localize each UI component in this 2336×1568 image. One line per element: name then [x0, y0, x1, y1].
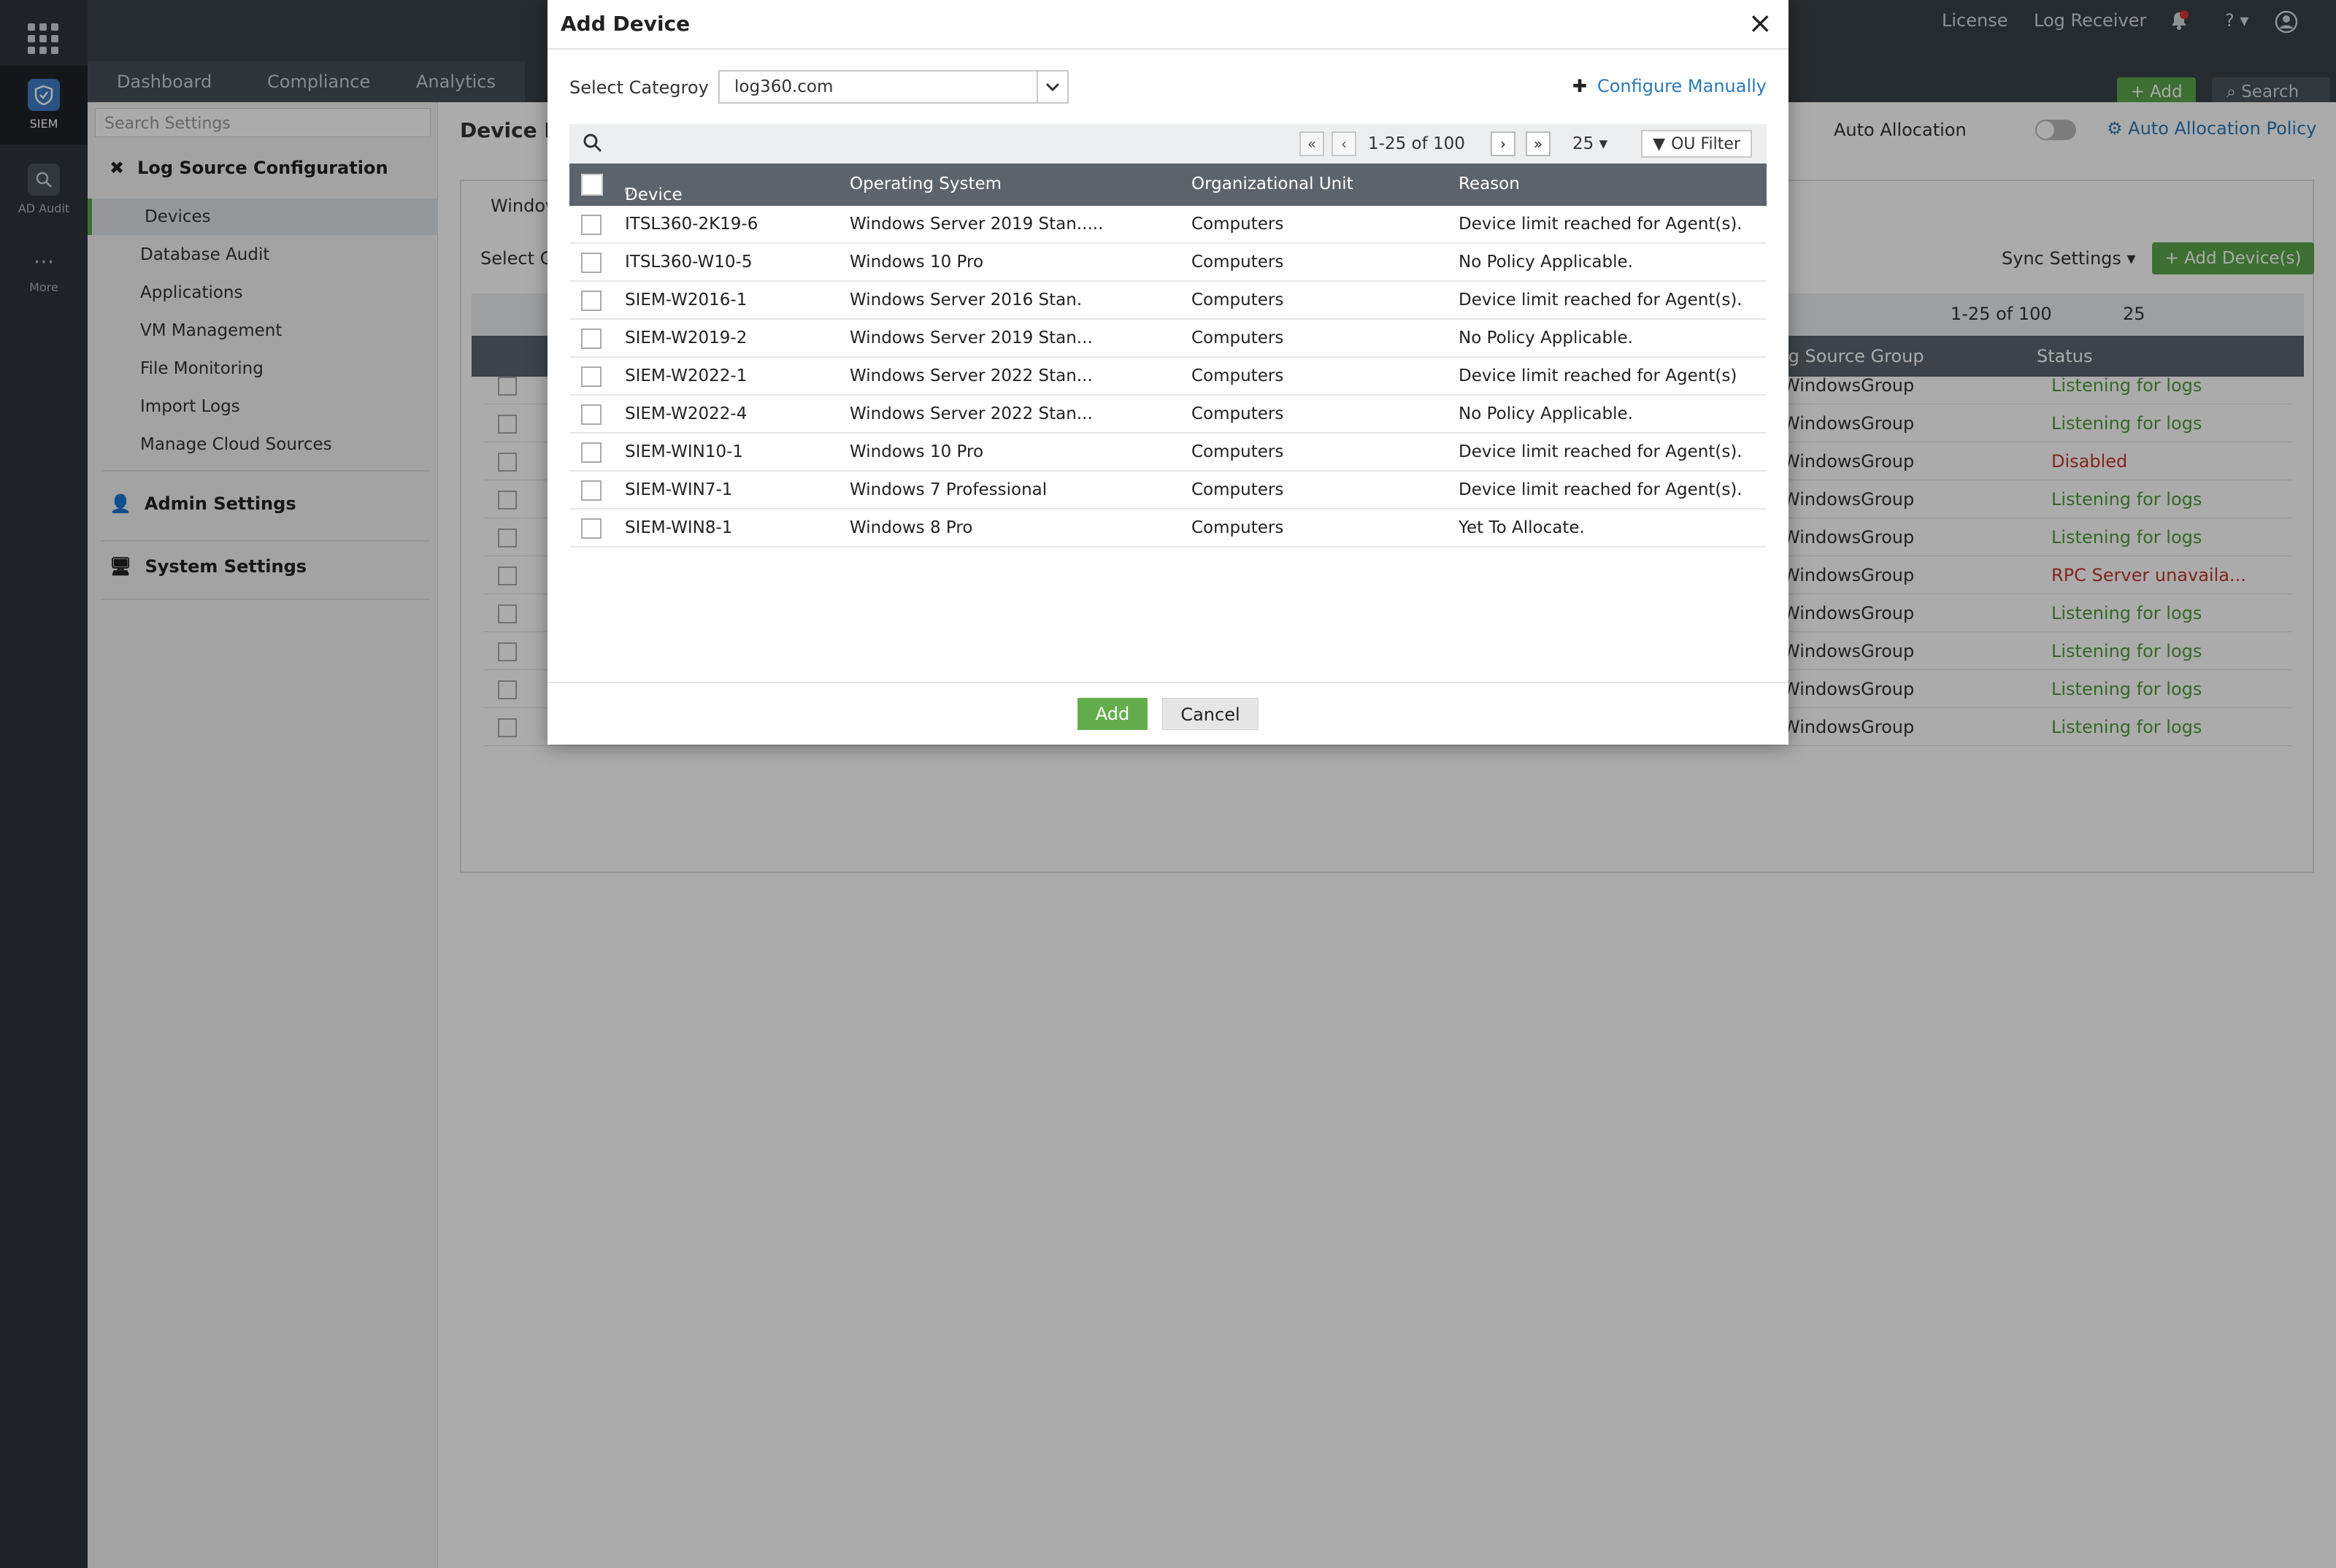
row-checkbox[interactable] [581, 328, 602, 349]
table-row[interactable]: SIEM-W2022-1 Windows Server 2022 Stan... C… [569, 358, 1767, 396]
filter-icon[interactable]: ⛉ [625, 185, 634, 200]
table-row[interactable]: ITSL360-2K19-6 Windows Server 2019 Stan..… [569, 206, 1767, 244]
row-ou: Computers [1191, 328, 1284, 347]
row-reason: No Policy Applicable. [1459, 253, 1633, 272]
row-os: Windows Server 2022 Stan... [850, 404, 1093, 423]
row-checkbox[interactable] [581, 480, 602, 501]
row-device: SIEM-W2022-1 [625, 366, 748, 385]
row-checkbox[interactable] [581, 518, 602, 539]
row-reason: Device limit reached for Agent(s). [1459, 442, 1743, 461]
dialog-table-header: Device ⛉ Operating System Organizational… [569, 164, 1767, 206]
col-reason[interactable]: Reason [1459, 174, 1520, 193]
add-device-dialog: Add Device × Select Categroy log360.com … [548, 0, 1788, 745]
row-ou: Computers [1191, 404, 1284, 423]
row-reason: No Policy Applicable. [1459, 328, 1633, 347]
ou-filter-label: OU Filter [1671, 134, 1740, 153]
ou-filter-button[interactable]: ▼ OU Filter [1641, 130, 1752, 158]
row-os: Windows Server 2019 Stan..... [850, 215, 1104, 234]
filter-icon: ▼ [1653, 134, 1666, 153]
category-value: log360.com [734, 77, 834, 96]
chevron-down-icon[interactable] [1037, 72, 1067, 102]
configure-manually-label: Configure Manually [1597, 76, 1767, 96]
close-icon[interactable]: × [1748, 7, 1772, 39]
next-page-button[interactable]: › [1491, 131, 1515, 156]
row-reason: Device limit reached for Agent(s) [1459, 366, 1737, 385]
table-row[interactable]: SIEM-W2016-1 Windows Server 2016 Stan. Com… [569, 282, 1767, 320]
row-ou: Computers [1191, 518, 1284, 537]
row-reason: Yet To Allocate. [1459, 518, 1585, 537]
row-checkbox[interactable] [581, 442, 602, 463]
row-os: Windows 10 Pro [850, 253, 984, 272]
select-all-checkbox[interactable] [581, 174, 603, 196]
search-icon[interactable] [581, 131, 604, 159]
last-page-button[interactable]: » [1526, 131, 1551, 156]
row-device: SIEM-W2022-4 [625, 404, 748, 423]
table-row[interactable]: SIEM-WIN7-1 Windows 7 Professional Compute… [569, 472, 1767, 510]
table-row[interactable]: ITSL360-W10-5 Windows 10 Pro Computers No P… [569, 244, 1767, 282]
row-device: SIEM-WIN10-1 [625, 442, 744, 461]
page-size-select[interactable]: 25 ▾ [1572, 134, 1607, 153]
row-ou: Computers [1191, 291, 1284, 310]
dialog-title: Add Device [561, 12, 691, 36]
table-row[interactable]: SIEM-W2022-4 Windows Server 2022 Stan... C… [569, 396, 1767, 434]
dialog-header: Add Device × [548, 0, 1788, 50]
row-device: SIEM-W2016-1 [625, 291, 748, 310]
col-operating-system[interactable]: Operating System [850, 174, 1002, 193]
row-reason: No Policy Applicable. [1459, 404, 1633, 423]
row-device: SIEM-W2019-2 [625, 328, 748, 347]
table-row[interactable]: SIEM-WIN8-1 Windows 8 Pro Computers Yet To … [569, 510, 1767, 547]
first-page-button[interactable]: « [1299, 131, 1324, 156]
row-ou: Computers [1191, 480, 1284, 499]
add-button[interactable]: Add [1077, 698, 1148, 730]
row-os: Windows 7 Professional [850, 480, 1048, 499]
row-ou: Computers [1191, 253, 1284, 272]
category-select[interactable]: log360.com [718, 70, 1069, 104]
row-ou: Computers [1191, 442, 1284, 461]
prev-page-button[interactable]: ‹ [1332, 131, 1356, 156]
select-category-label: Select Categroy [569, 77, 709, 98]
page-size-value: 25 [1572, 134, 1594, 153]
row-checkbox[interactable] [581, 366, 602, 387]
row-checkbox[interactable] [581, 215, 602, 235]
row-os: Windows Server 2022 Stan... [850, 366, 1093, 385]
row-device: SIEM-WIN8-1 [625, 518, 733, 537]
row-device: ITSL360-W10-5 [625, 253, 753, 272]
row-os: Windows Server 2019 Stan... [850, 328, 1093, 347]
row-ou: Computers [1191, 366, 1284, 385]
row-os: Windows Server 2016 Stan. [850, 291, 1083, 310]
col-organizational-unit[interactable]: Organizational Unit [1191, 174, 1353, 193]
row-reason: Device limit reached for Agent(s). [1459, 215, 1743, 234]
dialog-footer-divider [548, 682, 1788, 683]
dialog-pagination: 1-25 of 100 [1368, 134, 1465, 153]
table-row[interactable]: SIEM-W2019-2 Windows Server 2019 Stan... C… [569, 320, 1767, 358]
plus-icon: ✚ [1572, 76, 1587, 96]
dialog-toolbar: « ‹ 1-25 of 100 › » 25 ▾ ▼ OU Filter [569, 124, 1767, 164]
row-os: Windows 10 Pro [850, 442, 984, 461]
row-reason: Device limit reached for Agent(s). [1459, 480, 1743, 499]
configure-manually-link[interactable]: ✚ Configure Manually [1572, 76, 1767, 96]
cancel-button[interactable]: Cancel [1162, 698, 1259, 730]
row-device: SIEM-WIN7-1 [625, 480, 733, 499]
row-checkbox[interactable] [581, 253, 602, 273]
row-device: ITSL360-2K19-6 [625, 215, 758, 234]
row-checkbox[interactable] [581, 291, 602, 311]
row-checkbox[interactable] [581, 404, 602, 425]
table-row[interactable]: SIEM-WIN10-1 Windows 10 Pro Computers Devic… [569, 434, 1767, 472]
row-os: Windows 8 Pro [850, 518, 973, 537]
row-reason: Device limit reached for Agent(s). [1459, 291, 1743, 310]
row-ou: Computers [1191, 215, 1284, 234]
app-window: SIEM AD Audit ··· More License Log Recei… [0, 0, 2336, 1568]
